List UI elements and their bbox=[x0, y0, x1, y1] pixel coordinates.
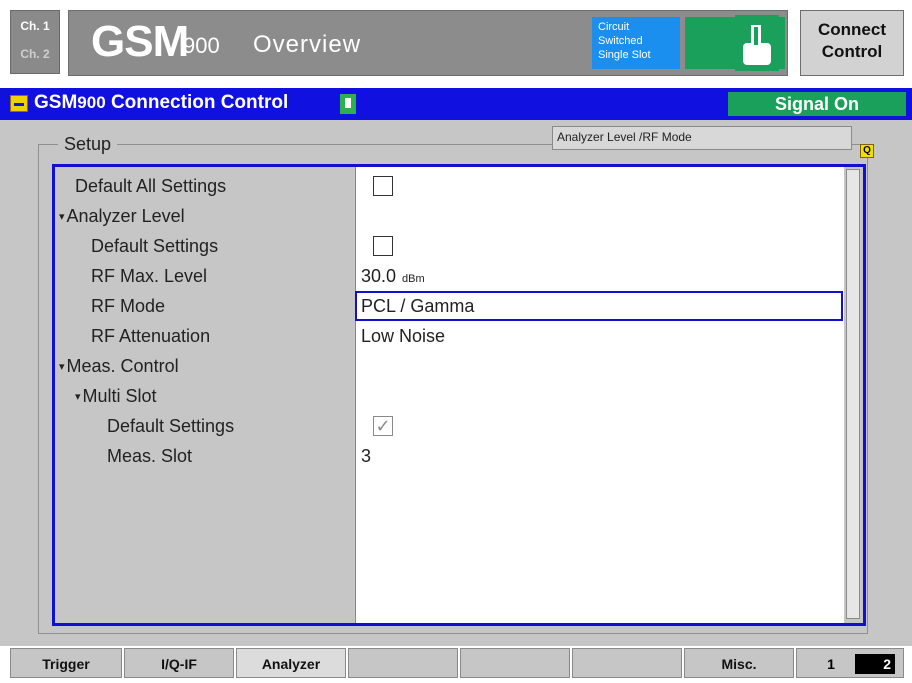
tree-item-analyzer-level[interactable]: ▾ Analyzer Level bbox=[55, 201, 355, 231]
channel-1-label[interactable]: Ch. 1 bbox=[11, 11, 59, 33]
rf-max-level-value[interactable]: 30.0 dBm bbox=[361, 261, 425, 291]
tree-item-rf-max-level[interactable]: RF Max. Level bbox=[55, 261, 355, 291]
mobile-phone-icon bbox=[340, 94, 356, 114]
tree-item-label: RF Mode bbox=[91, 296, 166, 316]
setup-label: Setup bbox=[58, 134, 118, 155]
rf-max-level-number: 30.0 bbox=[361, 266, 397, 286]
window-title: GSM 900 Overview Circuit Switched Single… bbox=[68, 10, 788, 76]
signal-status-badge: Signal On bbox=[728, 92, 906, 116]
default-settings-checkbox[interactable] bbox=[373, 236, 393, 256]
tree-item-label: Default Settings bbox=[107, 416, 235, 436]
scrollbar-thumb[interactable] bbox=[846, 169, 860, 619]
tree-item-label: Default Settings bbox=[91, 236, 219, 256]
tree-item-label: Meas. Control bbox=[66, 356, 179, 376]
connect-label: Connect bbox=[818, 20, 886, 39]
mode-line: Single Slot bbox=[598, 49, 651, 61]
page-2-button[interactable]: 2 bbox=[855, 654, 895, 674]
softkey-empty-2[interactable] bbox=[460, 648, 570, 678]
tree-item-label: RF Attenuation bbox=[91, 326, 211, 346]
channel-selector[interactable]: Ch. 1 Ch. 2 bbox=[10, 10, 60, 74]
softkey-iq-if[interactable]: I/Q-IF bbox=[124, 648, 234, 678]
panel-title-text: Connection Control bbox=[110, 92, 289, 113]
rf-attenuation-value[interactable]: Low Noise bbox=[361, 321, 445, 351]
default-all-settings-checkbox[interactable] bbox=[373, 176, 393, 196]
connect-control-button[interactable]: Connect Control bbox=[800, 10, 904, 76]
softkey-analyzer[interactable]: Analyzer bbox=[236, 648, 346, 678]
tree-item-multi-slot-default-settings[interactable]: Default Settings bbox=[55, 411, 355, 441]
title-bar: Ch. 1 Ch. 2 GSM 900 Overview Circuit Swi… bbox=[0, 0, 912, 88]
mode-indicator: Circuit Switched Single Slot bbox=[592, 17, 680, 69]
softkey-misc[interactable]: Misc. bbox=[684, 648, 794, 678]
title-view: Overview bbox=[253, 31, 362, 58]
mode-line: Circuit bbox=[598, 21, 630, 33]
expand-icon[interactable]: ▾ bbox=[59, 211, 65, 223]
page-1-button[interactable]: 1 bbox=[819, 654, 843, 674]
softkey-trigger[interactable]: Trigger bbox=[10, 648, 122, 678]
page-selector[interactable]: 1 2 bbox=[796, 648, 904, 678]
tree-item-default-settings[interactable]: Default Settings bbox=[55, 231, 355, 261]
tree-item-rf-attenuation[interactable]: RF Attenuation bbox=[55, 321, 355, 351]
tree-item-label: Multi Slot bbox=[82, 386, 157, 406]
tree-item-label: RF Max. Level bbox=[91, 266, 208, 286]
softkey-empty-1[interactable] bbox=[348, 648, 458, 678]
tree-item-label: Meas. Slot bbox=[107, 446, 193, 466]
panel-title-band: 900 bbox=[77, 93, 106, 112]
softkey-bar: Trigger I/Q-IF Analyzer Misc. 1 2 bbox=[0, 646, 912, 683]
title-gsm: GSM bbox=[91, 17, 189, 66]
mode-line: Switched bbox=[598, 35, 643, 47]
main-panel: Setup Analyzer Level /RF Mode Q Default … bbox=[0, 120, 912, 646]
multi-slot-default-checkbox: ✓ bbox=[373, 416, 393, 436]
rf-mode-value[interactable]: PCL / Gamma bbox=[361, 291, 474, 321]
panel-title-gsm: GSM bbox=[34, 92, 78, 113]
meas-slot-value[interactable]: 3 bbox=[361, 441, 371, 471]
softkey-empty-3[interactable] bbox=[572, 648, 682, 678]
title-band: 900 bbox=[183, 33, 220, 58]
vertical-scrollbar[interactable] bbox=[844, 167, 863, 623]
minimize-icon[interactable] bbox=[10, 95, 28, 112]
tree-item-meas-control[interactable]: ▾ Meas. Control bbox=[55, 351, 355, 381]
control-label: Control bbox=[821, 42, 883, 61]
settings-values-column bbox=[356, 167, 844, 623]
section-indicator: Analyzer Level /RF Mode bbox=[552, 126, 852, 150]
expand-icon[interactable]: ▾ bbox=[59, 361, 65, 373]
tree-item-rf-mode[interactable]: RF Mode bbox=[55, 291, 355, 321]
expand-icon[interactable]: ▾ bbox=[75, 391, 81, 403]
tree-item-default-all-settings[interactable]: Default All Settings bbox=[55, 171, 355, 201]
panel-title: GSM900 Connection Control bbox=[34, 92, 288, 114]
channel-2-label[interactable]: Ch. 2 bbox=[11, 33, 59, 61]
settings-tree: Default All Settings ▾ Analyzer Level Def… bbox=[52, 164, 866, 626]
connection-control-header: GSM900 Connection Control Signal On bbox=[0, 88, 912, 120]
hand-pointer-icon bbox=[735, 15, 779, 71]
tree-item-label: Analyzer Level bbox=[66, 206, 185, 226]
tree-item-label: Default All Settings bbox=[75, 176, 227, 196]
rf-max-level-unit: dBm bbox=[402, 273, 425, 285]
tree-item-meas-slot[interactable]: Meas. Slot bbox=[55, 441, 355, 471]
query-icon[interactable]: Q bbox=[860, 144, 874, 158]
tree-item-multi-slot[interactable]: ▾ Multi Slot bbox=[55, 381, 355, 411]
